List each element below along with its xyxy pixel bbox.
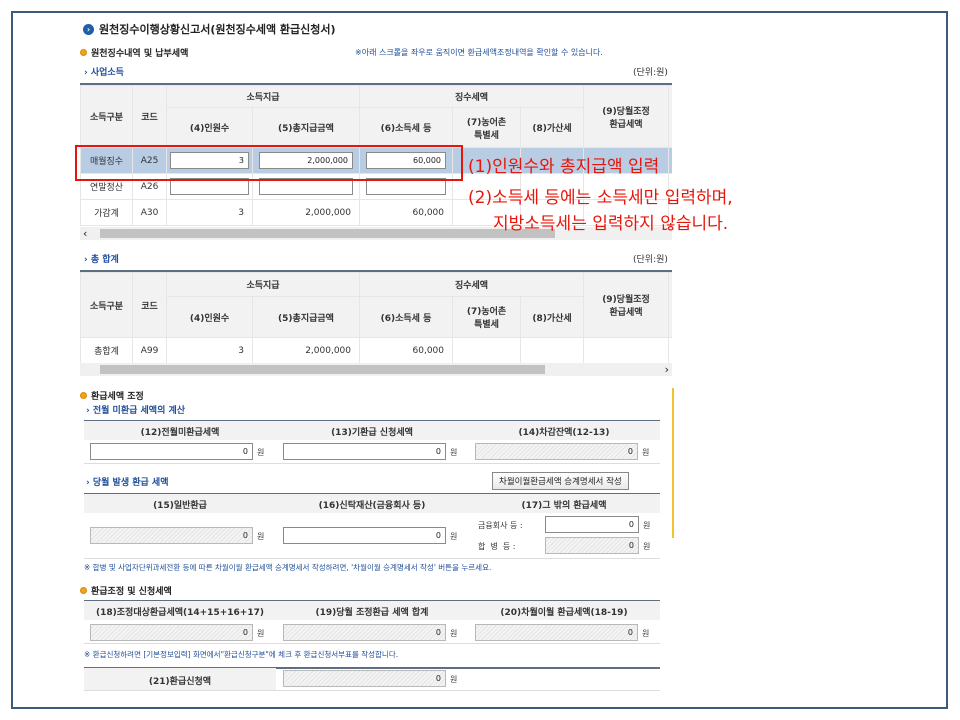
financial-company-input[interactable]: 0: [545, 516, 639, 533]
header-tax-group: 징수세액: [359, 272, 584, 297]
total-table: 소득구분 코드 소득지급 징수세액 (9)당월조정 환급세액 (4)인원수 (5)…: [80, 272, 672, 364]
header-col9: (9)당월조정 환급세액: [583, 85, 669, 148]
prior-refund-request-input[interactable]: 0: [283, 443, 446, 460]
section-refund-adjust-heading: 환급세액 조정: [80, 389, 144, 402]
scroll-note: ※아래 스크롤을 좌우로 움직이면 환급세액조정내역을 확인할 수 있습니다.: [355, 48, 603, 57]
label-financial: 금융회사 등 :: [478, 521, 523, 530]
bullet-icon: [80, 49, 87, 56]
bullet-icon: [80, 392, 87, 399]
header-col15: (15)일반환급: [153, 501, 207, 511]
row-code: A30: [132, 199, 167, 226]
page-title: › 원천징수이행상황신고서(원천징수세액 환급신청서): [83, 21, 336, 37]
scroll-thumb[interactable]: [100, 229, 555, 238]
income-tax-value: 60,000: [359, 337, 453, 364]
header-col5: (5)총지급금액: [252, 296, 360, 338]
annotation-line3: 지방소득세는 입력하지 않습니다.: [493, 214, 729, 234]
carryover-statement-button[interactable]: 차월이월환급세액 승계명세서 작성: [492, 472, 629, 490]
header-col21: (21)환급신청액: [148, 677, 212, 687]
header-col18: (18)조정대상환급세액(14+15+16+17): [96, 608, 264, 618]
trust-property-input[interactable]: 0: [283, 527, 446, 544]
header-income-group: 소득지급: [166, 272, 360, 297]
header-col20: (20)차월이월 환급세액(18-19): [500, 608, 628, 618]
subheading-prev-month: › 전월 미환급 세액의 계산: [86, 406, 186, 416]
row-code: A99: [132, 337, 167, 364]
scroll-right-icon[interactable]: ›: [665, 363, 669, 376]
row-category: 가감계: [80, 199, 133, 226]
header-category: 소득구분: [80, 272, 133, 338]
header-col8: (8)가산세: [520, 296, 584, 338]
bullet-icon: [80, 587, 87, 594]
header-col4: (4)인원수: [166, 296, 253, 338]
header-code: 코드: [132, 85, 167, 148]
header-col16: (16)신탁재산(금융회사 등): [318, 501, 426, 511]
header-col9: (9)당월조정 환급세액: [583, 272, 669, 338]
header-col17: (17)그 밖의 환급세액: [521, 501, 607, 511]
subheading-current-month: › 당월 발생 환급 세액: [86, 478, 169, 488]
table-row: 총합계 A99 3 2,000,000 60,000: [80, 337, 672, 364]
header-col5: (5)총지급금액: [252, 107, 360, 148]
header-col7: (7)농어촌 특별세: [452, 296, 521, 338]
horizontal-scrollbar[interactable]: ›: [80, 363, 672, 376]
subheading-total: › 총 합계: [84, 255, 119, 265]
scroll-thumb[interactable]: [100, 365, 545, 374]
total-payment-value: 2,000,000: [252, 199, 360, 226]
header-col13: (13)기환급 신청세액: [331, 428, 413, 438]
header-col6: (6)소득세 등: [359, 296, 453, 338]
adjustable-refund-field: 0: [90, 624, 253, 641]
chevron-right-icon: ›: [83, 23, 94, 35]
annotation-line1: (1)인원수와 총지급액 입력: [468, 157, 660, 177]
merger-note: ※ 합병 및 사업자단위과세전환 등에 따른 차월이월 환급세액 승계명세서 작…: [84, 563, 492, 572]
refund-request-amount-field: 0: [283, 670, 446, 687]
subheading-business-income: › 사업소득: [84, 68, 124, 78]
prev-month-refund-input[interactable]: 0: [90, 443, 253, 460]
merger-field: 0: [545, 537, 639, 554]
people-value: 3: [166, 199, 253, 226]
section-refund-request-heading: 환급조정 및 신청세액: [80, 584, 172, 597]
general-refund-field: 0: [90, 527, 253, 544]
people-value: 3: [166, 337, 253, 364]
refund-request-note: ※ 환급신청하려면 [기본정보입력] 화면에서"환급신청구분"에 체크 후 환급…: [84, 650, 399, 659]
annotation-line2: (2)소득세 등에는 소득세만 입력하며,: [468, 188, 733, 208]
header-col6: (6)소득세 등: [359, 107, 453, 148]
row-category: 총합계: [80, 337, 133, 364]
scroll-left-icon[interactable]: ‹: [83, 227, 87, 240]
header-category: 소득구분: [80, 85, 133, 148]
header-col19: (19)당월 조정환급 세액 합계: [315, 608, 429, 618]
header-col4: (4)인원수: [166, 107, 253, 148]
income-tax-value: 60,000: [359, 199, 453, 226]
header-col7: (7)농어촌 특별세: [452, 107, 521, 148]
header-col12: (12)전월미환급세액: [140, 428, 220, 438]
label-merger: 합 병 등 :: [478, 542, 516, 551]
total-payment-value: 2,000,000: [252, 337, 360, 364]
total-table-wrap: 소득구분 코드 소득지급 징수세액 (9)당월조정 환급세액 (4)인원수 (5)…: [80, 270, 672, 364]
monthly-adjust-total-field: 0: [283, 624, 446, 641]
unit-label: (단위:원): [633, 255, 668, 265]
highlight-box: [75, 145, 463, 181]
header-income-group: 소득지급: [166, 85, 360, 108]
header-tax-group: 징수세액: [359, 85, 584, 108]
carryover-refund-field: 0: [475, 624, 638, 641]
header-col14: (14)차감잔액(12-13): [518, 428, 610, 438]
section-withholding-heading: 원천징수내역 및 납부세액: [80, 46, 188, 59]
unit-label: (단위:원): [633, 68, 668, 78]
header-code: 코드: [132, 272, 167, 338]
header-col8: (8)가산세: [520, 107, 584, 148]
net-balance-field: 0: [475, 443, 638, 460]
scroll-indicator: [672, 388, 674, 538]
